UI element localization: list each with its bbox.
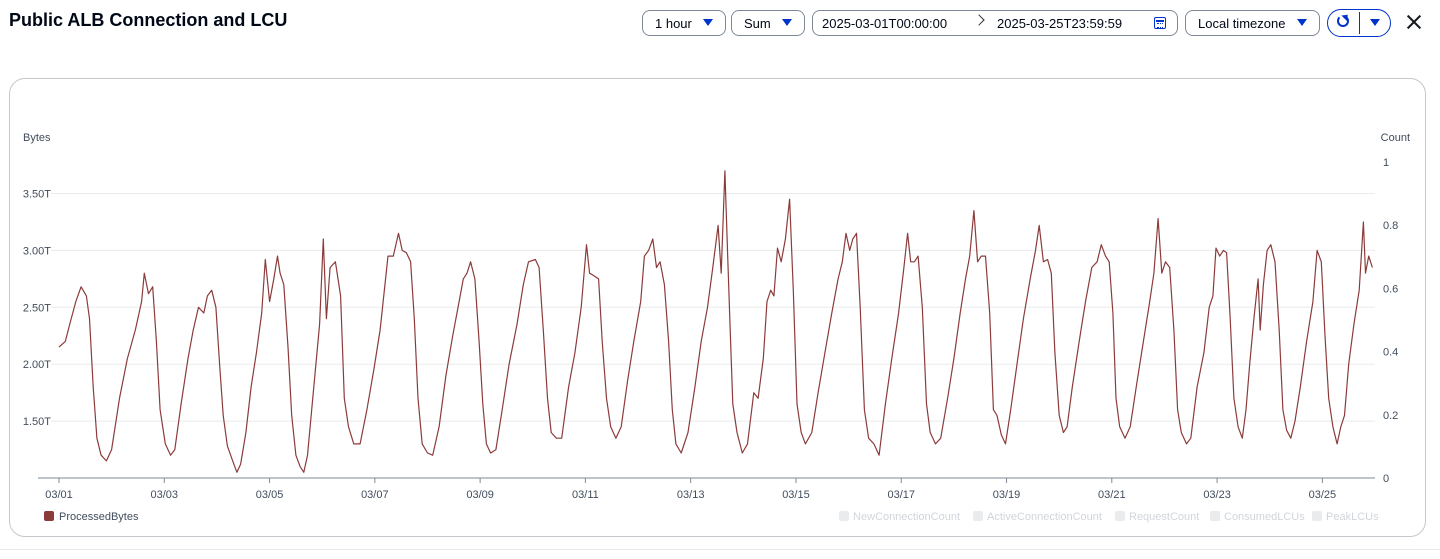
legend-label-disabled[interactable]: ConsumedLCUs	[1224, 511, 1305, 523]
y2-tick-label: 0.8	[1383, 220, 1398, 232]
x-tick-label: 03/11	[572, 489, 599, 501]
y2-tick-label: 0.6	[1383, 283, 1398, 295]
legend-label-processedbytes[interactable]: ProcessedBytes	[59, 511, 139, 523]
y2-tick-label: 1	[1383, 157, 1389, 169]
series-group	[58, 170, 1373, 473]
x-tick-label: 03/13	[677, 489, 705, 501]
y-tick-label: 2.00T	[23, 359, 51, 371]
y-tick-label: 3.00T	[23, 245, 51, 257]
x-ticks: 03/01 03/03 03/05 03/07 03/09 03/11 03/13 03/15…	[45, 478, 1336, 501]
x-tick-label: 03/09	[466, 489, 494, 501]
legend-label-disabled[interactable]: RequestCount	[1129, 511, 1199, 523]
y-axis-label: Bytes	[23, 132, 51, 144]
legend-swatch-disabled[interactable]	[1210, 511, 1220, 521]
y-ticks: 1.50T 2.00T 2.50T 3.00T 3.50T	[23, 189, 51, 429]
legend-swatch-disabled[interactable]	[973, 511, 983, 521]
y2-tick-label: 0	[1383, 473, 1389, 485]
x-tick-label: 03/23	[1203, 489, 1231, 501]
legend-swatch-disabled[interactable]	[1115, 511, 1125, 521]
legend-label-disabled[interactable]: PeakLCUs	[1326, 511, 1379, 523]
x-tick-label: 03/17	[887, 489, 915, 501]
y2-ticks: 0 0.2 0.4 0.6 0.8 1	[1383, 157, 1398, 485]
chart-svg: Bytes Count 1.50T2.00T2.50T3.00T3.50T 00…	[23, 132, 1410, 523]
y-tick-label: 1.50T	[23, 416, 51, 428]
legend: ProcessedBytes NewConnectionCount ActiveCo…	[44, 511, 1379, 523]
x-tick-label: 03/01	[45, 489, 73, 501]
x-tick-label: 03/07	[361, 489, 389, 501]
x-tick-label: 03/25	[1309, 489, 1337, 501]
legend-swatch-disabled[interactable]	[1312, 511, 1322, 521]
series-line-processedbytes	[58, 170, 1373, 473]
x-tick-label: 03/19	[993, 489, 1021, 501]
legend-swatch-processedbytes[interactable]	[44, 511, 54, 521]
y2-tick-label: 0.2	[1383, 410, 1398, 422]
legend-label-disabled[interactable]: ActiveConnectionCount	[987, 511, 1102, 523]
x-tick-label: 03/15	[782, 489, 810, 501]
y2-tick-label: 0.4	[1383, 347, 1398, 359]
x-tick-label: 03/05	[256, 489, 284, 501]
y-tick-label: 2.50T	[23, 302, 51, 314]
legend-label-disabled[interactable]: NewConnectionCount	[853, 511, 960, 523]
legend-swatch-disabled[interactable]	[839, 511, 849, 521]
y-tick-label: 3.50T	[23, 189, 51, 201]
x-tick-label: 03/03	[151, 489, 179, 501]
x-tick-label: 03/21	[1098, 489, 1126, 501]
y2-axis-label: Count	[1381, 132, 1410, 144]
